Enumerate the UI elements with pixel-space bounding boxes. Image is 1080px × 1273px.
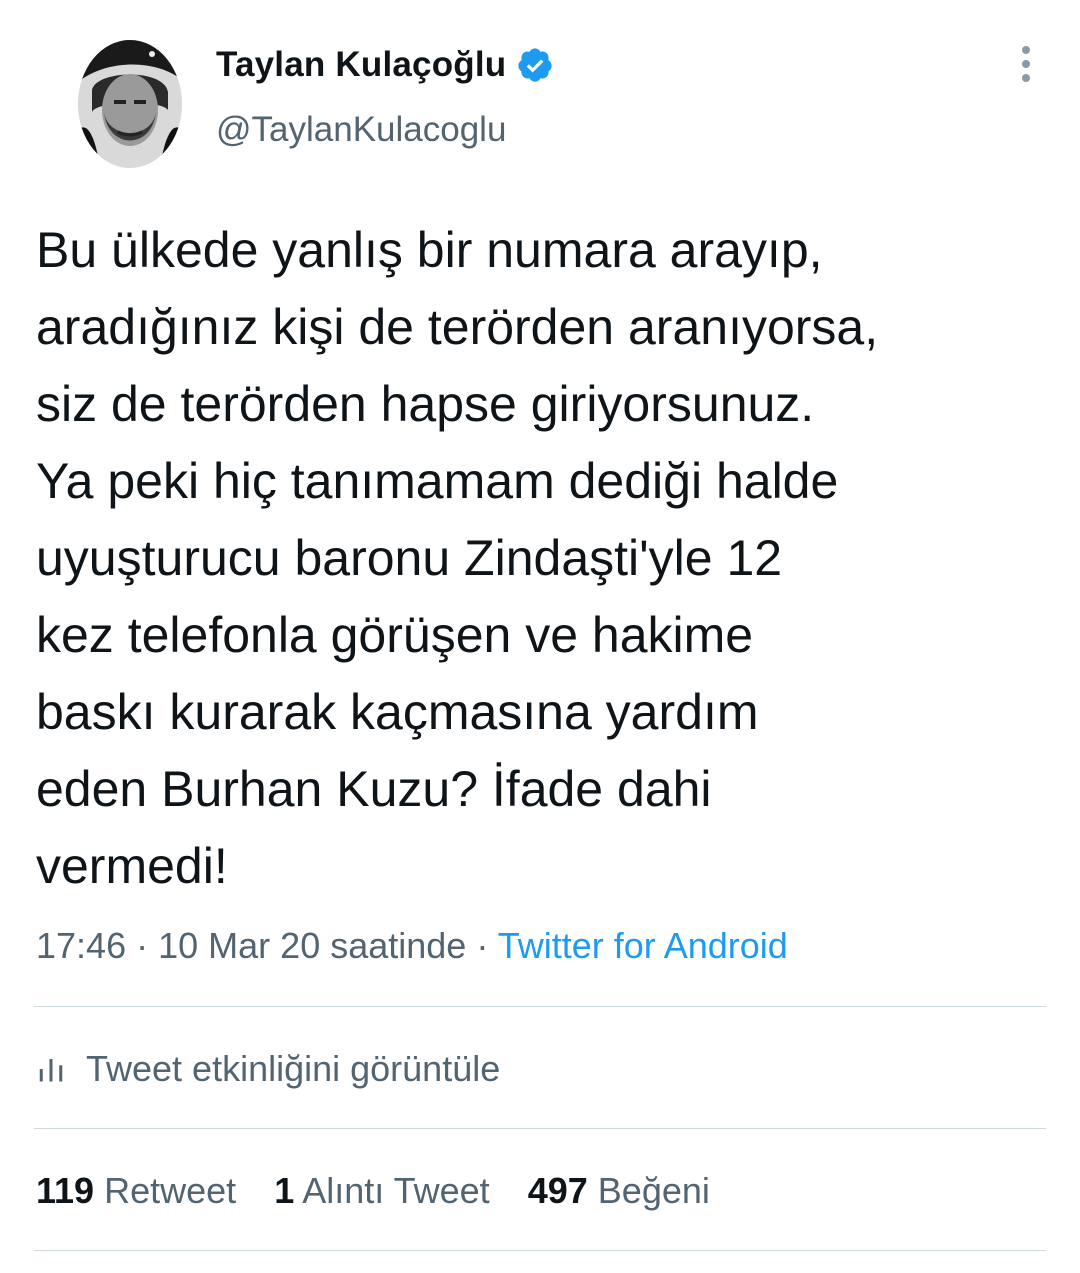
quotes-count: 1	[274, 1170, 295, 1211]
retweets-label: Retweet	[104, 1170, 237, 1211]
more-dot	[1022, 60, 1030, 68]
tweet-text: Bu ülkede yanlış bir numara arayıp, arad…	[36, 222, 879, 894]
tweet-activity-label: Tweet etkinliğini görüntüle	[86, 1048, 501, 1089]
more-dot	[1022, 46, 1030, 54]
tweet-time[interactable]: 17:46	[36, 925, 126, 966]
likes-label: Beğeni	[597, 1170, 710, 1211]
tweet-meta: 17:46 · 10 Mar 20 saatinde · Twitter for…	[36, 925, 788, 967]
divider	[34, 1128, 1046, 1129]
likes-count: 497	[527, 1170, 588, 1211]
more-options-icon[interactable]	[1008, 42, 1044, 86]
author-display-name[interactable]: Taylan Kulaçoğlu	[216, 45, 506, 85]
tweet-activity-button[interactable]: Tweet etkinliğini görüntüle	[36, 1048, 500, 1090]
author-name-row[interactable]: Taylan Kulaçoğlu	[216, 40, 554, 90]
retweets-stat[interactable]: 119 Retweet	[36, 1170, 246, 1211]
divider	[34, 1006, 1046, 1007]
divider	[34, 1250, 1046, 1251]
likes-stat[interactable]: 497 Beğeni	[528, 1170, 710, 1211]
quotes-label: Alıntı Tweet	[302, 1170, 490, 1211]
more-dot	[1022, 74, 1030, 82]
tweet-source-link[interactable]: Twitter for Android	[498, 925, 788, 966]
quotes-stat[interactable]: 1 Alıntı Tweet	[274, 1170, 500, 1211]
analytics-bar-icon	[39, 1059, 63, 1082]
meta-separator: ·	[136, 925, 149, 966]
avatar[interactable]	[78, 40, 182, 168]
meta-separator: ·	[476, 925, 489, 966]
tweet-stats: 119 Retweet 1 Alıntı Tweet 497 Beğeni	[36, 1170, 738, 1212]
verified-badge-icon	[518, 48, 553, 82]
retweets-count: 119	[36, 1170, 95, 1211]
author-handle[interactable]: @TaylanKulacoglu	[216, 110, 506, 150]
profile-photo	[78, 40, 182, 168]
tweet-date[interactable]: 10 Mar 20 saatinde	[158, 925, 466, 966]
